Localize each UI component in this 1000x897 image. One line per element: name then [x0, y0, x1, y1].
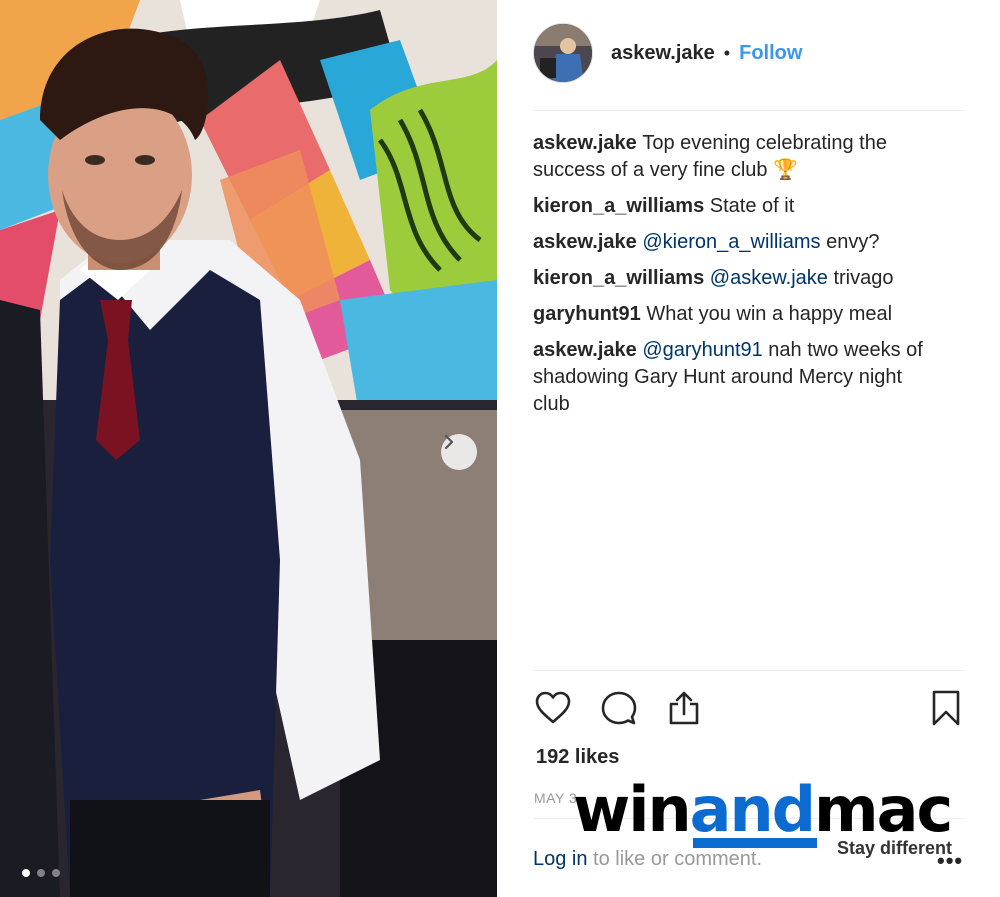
carousel-dot [37, 869, 45, 877]
follow-button[interactable]: Follow [739, 42, 802, 65]
heart-icon [535, 691, 571, 724]
comment-text: State of it [709, 195, 795, 217]
post-header: askew.jake • Follow [533, 22, 966, 84]
more-options-button[interactable]: ••• [937, 848, 963, 874]
comment-mention[interactable]: @askew.jake [710, 267, 828, 289]
divider [533, 670, 966, 671]
carousel-dot [22, 869, 30, 877]
avatar[interactable] [533, 23, 593, 83]
comment-icon [601, 691, 637, 725]
comment-username[interactable]: askew.jake [533, 339, 642, 361]
login-link[interactable]: Log in [533, 848, 588, 870]
avatar-image [534, 24, 592, 82]
comment-button[interactable] [599, 688, 639, 728]
username-link[interactable]: askew.jake [611, 42, 715, 65]
comment-username[interactable]: askew.jake [533, 231, 642, 253]
save-button[interactable] [926, 688, 966, 728]
comment-item: askew.jake @garyhunt91 nah two weeks of … [533, 337, 943, 418]
carousel-indicator [22, 869, 60, 877]
divider [533, 818, 966, 819]
share-icon [669, 691, 699, 725]
post-date: MAY 3 [534, 790, 578, 806]
next-photo-button[interactable] [441, 434, 477, 470]
comment-item: askew.jake @kieron_a_williams envy? [533, 229, 943, 256]
comment-username[interactable]: kieron_a_williams [533, 195, 710, 217]
like-button[interactable] [533, 688, 573, 728]
carousel-dot [52, 869, 60, 877]
comment-item: kieron_a_williams @askew.jake trivago [533, 265, 943, 292]
comment-text: trivago [827, 267, 894, 289]
chevron-right-icon [444, 434, 454, 450]
action-bar [533, 688, 966, 730]
login-prompt-text: to like or comment. [587, 848, 763, 870]
comment-username[interactable]: askew.jake [533, 132, 642, 154]
comment-mention[interactable]: @garyhunt91 [642, 339, 762, 361]
post-photo[interactable] [0, 0, 497, 897]
comment-item: askew.jake Top evening celebrating the s… [533, 130, 943, 184]
comment-username[interactable]: garyhunt91 [533, 303, 646, 325]
header-separator: • [723, 42, 731, 63]
comment-item: garyhunt91 What you win a happy meal [533, 301, 943, 328]
post-sidebar: askew.jake • Follow askew.jake Top eveni… [497, 0, 1000, 897]
comment-text: What you win a happy meal [646, 303, 893, 325]
login-prompt: Log in to like or comment. [533, 848, 762, 871]
likes-count[interactable]: 192 likes [536, 746, 619, 769]
bookmark-icon [932, 690, 960, 726]
comment-text: envy? [820, 231, 880, 253]
comment-mention[interactable]: @kieron_a_williams [642, 231, 820, 253]
comment-item: kieron_a_williams State of it [533, 193, 943, 220]
comments-list: askew.jake Top evening celebrating the s… [533, 130, 943, 427]
comment-username[interactable]: kieron_a_williams [533, 267, 710, 289]
photo-image [0, 0, 497, 897]
share-button[interactable] [664, 688, 704, 728]
divider [533, 110, 966, 111]
